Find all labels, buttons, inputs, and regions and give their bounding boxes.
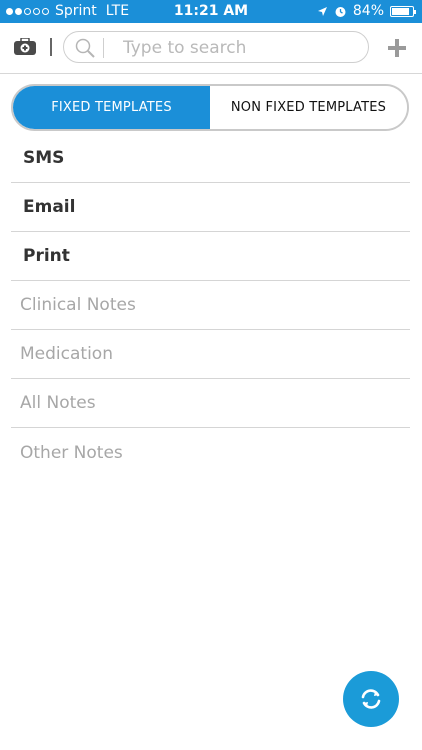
search-separator [103, 38, 104, 58]
template-list: SMS Email Print Clinical Notes Medicatio… [11, 134, 410, 477]
refresh-icon [361, 689, 381, 709]
search-toolbar [0, 23, 422, 74]
tab-fixed-templates[interactable]: FIXED TEMPLATES [13, 86, 210, 129]
search-box[interactable] [63, 31, 369, 63]
search-icon [75, 38, 95, 58]
search-input[interactable] [121, 36, 355, 60]
battery-percent: 84% [352, 3, 384, 19]
list-item-all-notes[interactable]: All Notes [11, 379, 410, 428]
list-item-clinical-notes[interactable]: Clinical Notes [11, 281, 410, 330]
location-arrow-icon [317, 6, 327, 16]
list-item-print[interactable]: Print [11, 232, 410, 281]
list-item-sms[interactable]: SMS [11, 134, 410, 183]
plus-icon[interactable] [387, 38, 407, 58]
tab-non-fixed-templates[interactable]: NON FIXED TEMPLATES [210, 86, 407, 129]
list-item-other-notes[interactable]: Other Notes [11, 428, 410, 477]
battery-icon [390, 5, 416, 17]
medical-briefcase-icon[interactable] [14, 38, 36, 55]
toolbar-divider [50, 38, 52, 56]
template-type-toggle: FIXED TEMPLATES NON FIXED TEMPLATES [11, 84, 409, 131]
alarm-clock-icon [335, 6, 346, 17]
status-bar: Sprint LTE 11:21 AM 84% [0, 0, 422, 23]
refresh-button[interactable] [343, 671, 399, 727]
list-item-medication[interactable]: Medication [11, 330, 410, 379]
list-item-email[interactable]: Email [11, 183, 410, 232]
status-right: 84% [317, 3, 416, 19]
